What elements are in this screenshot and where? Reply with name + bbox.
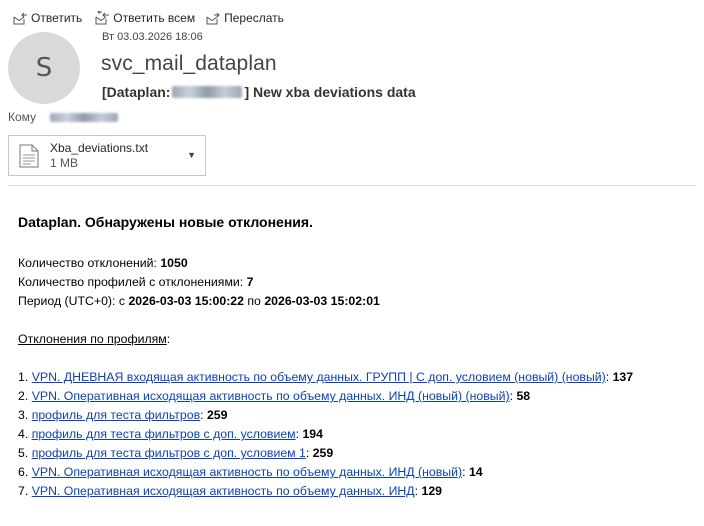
list-item: 2. VPN. Оперативная исходящая активность…: [18, 387, 633, 406]
attachment-size: 1 MB: [50, 155, 79, 170]
deviation-count-line: Количество отклонений: 1050: [18, 254, 633, 273]
reply-all-label: Ответить всем: [113, 11, 196, 25]
profile-count-line: Количество профилей с отклонениями: 7: [18, 273, 633, 292]
message-body: Dataplan. Обнаружены новые отклонения. К…: [18, 214, 633, 501]
list-item-separator: :: [305, 446, 313, 460]
profile-link[interactable]: VPN. ДНЕВНАЯ входящая активность по объе…: [32, 370, 606, 384]
list-item: 4. профиль для теста фильтров с доп. усл…: [18, 425, 633, 444]
profile-link[interactable]: VPN. Оперативная исходящая активность по…: [32, 484, 415, 498]
profile-link[interactable]: VPN. Оперативная исходящая активность по…: [32, 465, 462, 479]
list-item-value: 14: [468, 465, 483, 479]
chevron-down-icon[interactable]: ▼: [187, 150, 196, 160]
list-item-number: 7.: [18, 484, 32, 498]
reply-button[interactable]: Ответить: [12, 11, 82, 25]
list-item-value: 58: [516, 389, 531, 403]
sender-avatar[interactable]: S: [8, 32, 80, 104]
forward-icon: [206, 12, 220, 25]
list-item-number: 2.: [18, 389, 32, 403]
text-file-icon: [19, 144, 39, 167]
reply-all-button[interactable]: Ответить всем: [92, 11, 195, 25]
list-item: 7. VPN. Оперативная исходящая активность…: [18, 482, 633, 501]
forward-button[interactable]: Переслать: [205, 11, 284, 25]
deviation-count-value: 1050: [160, 256, 188, 270]
message-subject: [Dataplan: ] New xba deviations data: [102, 84, 416, 100]
reading-toolbar: Ответить Ответить всем Переслать: [12, 9, 284, 27]
body-heading: Dataplan. Обнаружены новые отклонения.: [18, 214, 313, 230]
attachment-card[interactable]: Xba_deviations.txt 1 MB ▼: [8, 135, 206, 176]
redacted-recipient[interactable]: [50, 112, 119, 122]
list-item-separator: :: [200, 408, 207, 422]
list-item-value: 137: [612, 370, 634, 384]
recipients-row: Кому: [8, 110, 119, 124]
list-item-number: 1.: [18, 370, 32, 384]
list-item-value: 194: [302, 427, 323, 441]
profile-link[interactable]: VPN. Оперативная исходящая активность по…: [32, 389, 510, 403]
by-profiles-colon: :: [166, 332, 171, 346]
profile-link[interactable]: профиль для теста фильтров с доп. услови…: [32, 446, 306, 460]
header-divider: [8, 185, 696, 186]
subject-prefix: [Dataplan:: [102, 84, 171, 100]
list-item-value: 129: [421, 484, 443, 498]
list-item-number: 3.: [18, 408, 32, 422]
list-item-value: 259: [206, 408, 228, 422]
list-item-value: 259: [312, 446, 334, 460]
deviation-count-label: Количество отклонений:: [18, 256, 161, 270]
profile-count-value: 7: [246, 275, 254, 289]
period-line: Период (UTC+0): с 2026-03-03 15:00:22 по…: [18, 292, 633, 311]
list-item: 1. VPN. ДНЕВНАЯ входящая активность по о…: [18, 368, 633, 387]
list-item-separator: :: [605, 370, 613, 384]
period-to: 2026-03-03 15:02:01: [264, 294, 380, 308]
list-item-number: 4.: [18, 427, 32, 441]
redacted-block: [172, 86, 243, 98]
profile-link[interactable]: профиль для теста фильтров: [32, 408, 200, 422]
forward-label: Переслать: [224, 11, 284, 25]
reply-all-icon: [95, 11, 110, 25]
reply-icon: [13, 12, 27, 25]
period-label: Период (UTC+0): с: [18, 294, 129, 308]
list-item-separator: :: [462, 465, 469, 479]
avatar-initial: S: [35, 53, 53, 83]
reply-label: Ответить: [31, 11, 83, 25]
attachment-filename: Xba_deviations.txt: [50, 140, 149, 155]
by-profiles-heading: Отклонения по профилям:: [18, 330, 633, 349]
message-date: Вт 03.03.2026 18:06: [102, 31, 203, 43]
by-profiles-label: Отклонения по профилям: [18, 332, 167, 346]
profile-count-label: Количество профилей с отклонениями:: [18, 275, 247, 289]
to-label: Кому: [8, 110, 37, 124]
period-separator: по: [243, 294, 265, 308]
list-item-number: 5.: [18, 446, 32, 460]
attachment-info: Xba_deviations.txt 1 MB: [50, 141, 148, 171]
list-item-number: 6.: [18, 465, 32, 479]
list-item: 3. профиль для теста фильтров: 259: [18, 406, 633, 425]
list-item: 5. профиль для теста фильтров с доп. усл…: [18, 444, 633, 463]
profile-link[interactable]: профиль для теста фильтров с доп. услови…: [32, 427, 296, 441]
period-from: 2026-03-03 15:00:22: [128, 294, 244, 308]
list-item: 6. VPN. Оперативная исходящая активность…: [18, 463, 633, 482]
subject-suffix: ] New xba deviations data: [244, 84, 416, 100]
sender-name[interactable]: svc_mail_dataplan: [101, 52, 277, 76]
